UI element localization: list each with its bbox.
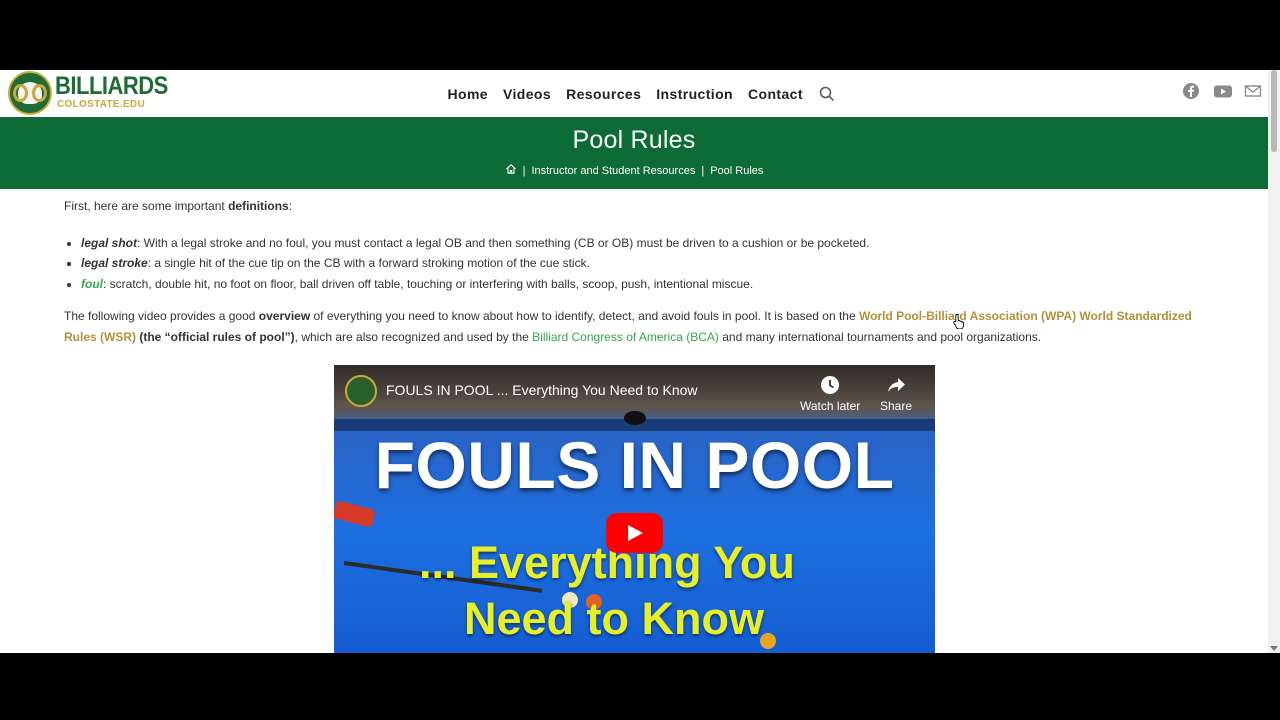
video-headline: FOULS IN POOL xyxy=(374,428,895,502)
overview-text: , which are also recognized and used by … xyxy=(294,329,533,344)
overview-text: of everything you need to know about how… xyxy=(310,309,859,323)
play-button[interactable] xyxy=(606,513,663,553)
definitions-list: legal shot: With a legal stroke and no f… xyxy=(81,233,1204,295)
hand-cursor-icon xyxy=(953,313,965,330)
nav-home[interactable]: Home xyxy=(448,86,489,102)
definition-term: foul xyxy=(81,276,103,291)
logo-title: BILLIARDS xyxy=(55,71,168,100)
embedded-video[interactable]: FOULS IN POOL ... Everything You Need to… xyxy=(334,365,935,653)
breadcrumb-resources[interactable]: Instructor and Student Resources xyxy=(531,165,695,177)
definition-text: : a single hit of the cue tip on the CB … xyxy=(147,256,590,270)
overview-text: The following video provides a good xyxy=(64,309,259,323)
definition-term: legal stroke xyxy=(81,256,148,270)
overview-text: and many international tournaments and p… xyxy=(718,329,1042,344)
player-arm xyxy=(334,500,376,528)
video-subheadline: Need to Know xyxy=(464,593,764,644)
mail-icon[interactable] xyxy=(1244,82,1262,100)
official-rules-note: (the “official rules of pool”) xyxy=(136,329,295,344)
nav-resources[interactable]: Resources xyxy=(566,86,641,102)
intro-paragraph: First, here are some important definitio… xyxy=(64,196,1204,217)
page-title: Pool Rules xyxy=(572,126,696,154)
nav-contact[interactable]: Contact xyxy=(748,86,803,102)
breadcrumb-separator: | xyxy=(701,164,705,177)
browser-viewport: BILLIARDS COLOSTATE.EDU Home Videos Reso… xyxy=(0,70,1280,653)
logo-subtitle: COLOSTATE.EDU xyxy=(57,99,145,110)
scroll-down-arrow-icon[interactable] xyxy=(1270,646,1278,651)
breadcrumb: | Instructor and Student Resources | Poo… xyxy=(0,163,1268,178)
overview-bold: overview xyxy=(258,309,311,323)
facebook-icon[interactable] xyxy=(1182,82,1200,100)
video-title[interactable]: FOULS IN POOL ... Everything You Need to… xyxy=(386,382,698,398)
list-item: foul: scratch, double hit, no foot on fl… xyxy=(81,274,1204,295)
social-links xyxy=(1182,82,1262,100)
ram-logo-icon xyxy=(8,71,52,115)
home-icon[interactable] xyxy=(505,163,517,178)
share-icon xyxy=(886,375,906,395)
share-label: Share xyxy=(880,399,913,413)
intro-bold: definitions xyxy=(228,199,289,213)
list-item: legal stroke: a single hit of the cue ti… xyxy=(81,253,1204,274)
breadcrumb-separator: | xyxy=(522,164,526,177)
nav-videos[interactable]: Videos xyxy=(503,86,551,102)
watch-later-label: Watch later xyxy=(800,399,861,413)
share-button[interactable]: Share xyxy=(880,375,912,413)
main-content: First, here are some important definitio… xyxy=(64,196,1204,347)
site-logo[interactable]: BILLIARDS COLOSTATE.EDU xyxy=(8,71,168,115)
youtube-icon[interactable] xyxy=(1213,82,1232,100)
intro-suffix: : xyxy=(288,199,293,213)
channel-avatar[interactable] xyxy=(345,375,377,407)
list-item: legal shot: With a legal stroke and no f… xyxy=(81,233,1204,254)
clock-icon xyxy=(820,375,840,395)
page-scrollbar[interactable] xyxy=(1268,70,1280,653)
definition-text: : With a legal stroke and no foul, you m… xyxy=(137,235,870,250)
breadcrumb-current: Pool Rules xyxy=(710,164,764,177)
site-header: BILLIARDS COLOSTATE.EDU Home Videos Reso… xyxy=(0,70,1268,117)
overview-paragraph: The following video provides a good over… xyxy=(64,306,1204,347)
search-icon[interactable] xyxy=(818,85,836,103)
scrollbar-thumb[interactable] xyxy=(1271,70,1277,152)
watch-later-button[interactable]: Watch later xyxy=(800,375,860,413)
nav-instruction[interactable]: Instruction xyxy=(656,86,733,102)
intro-text: First, here are some important xyxy=(64,199,229,213)
definition-text: : scratch, double hit, no foot on floor,… xyxy=(103,276,754,291)
bca-link[interactable]: Billiard Congress of America (BCA) xyxy=(532,330,719,344)
definition-term: legal shot xyxy=(81,235,138,250)
page-banner: Pool Rules | Instructor and Student Reso… xyxy=(0,117,1268,189)
main-nav: Home Videos Resources Instruction Contac… xyxy=(440,82,836,106)
